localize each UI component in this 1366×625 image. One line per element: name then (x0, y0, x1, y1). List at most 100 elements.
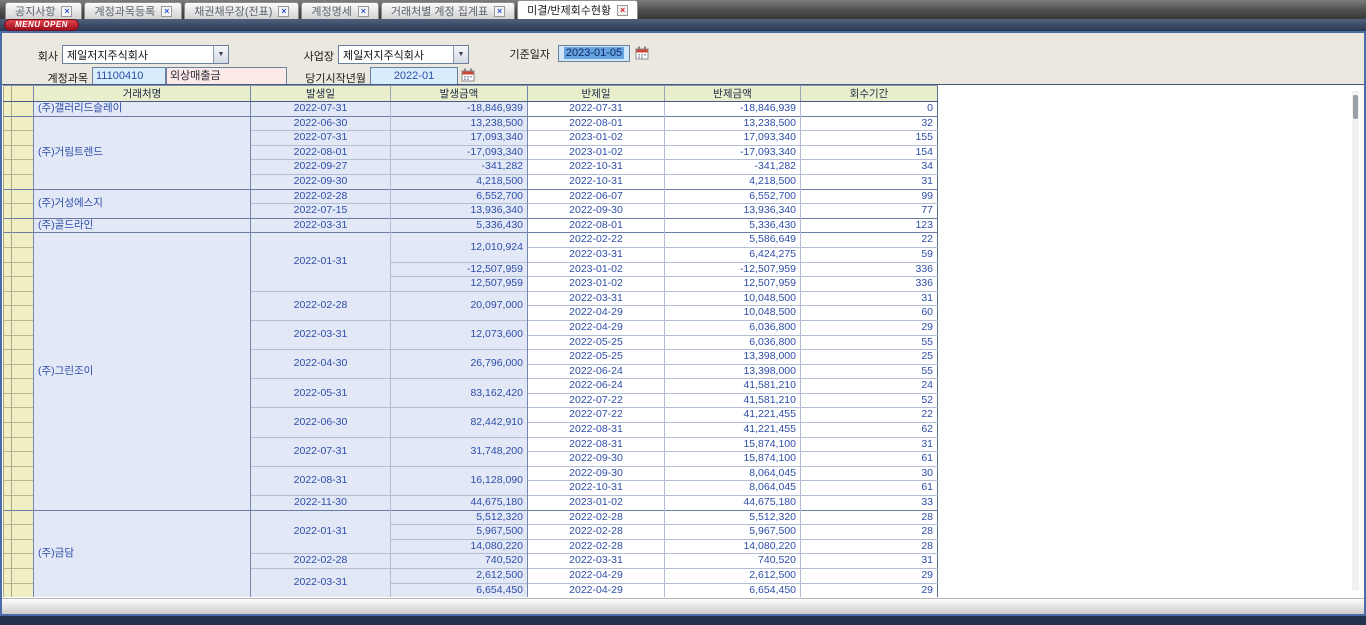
collect-days-cell[interactable]: 31 (801, 174, 938, 189)
settle-date-cell[interactable]: 2023-01-02 (528, 262, 665, 277)
settle-amount-cell[interactable]: 14,080,220 (665, 539, 801, 554)
settle-date-cell[interactable]: 2022-06-24 (528, 379, 665, 394)
settle-amount-cell[interactable]: 13,936,340 (665, 204, 801, 219)
row-selector[interactable] (4, 569, 12, 584)
settle-date-cell[interactable]: 2022-10-31 (528, 160, 665, 175)
occur-amount-cell[interactable]: 20,097,000 (391, 291, 528, 320)
collect-days-cell[interactable]: 154 (801, 145, 938, 160)
occur-amount-cell[interactable]: 6,552,700 (391, 189, 528, 204)
calendar-icon[interactable] (635, 46, 649, 60)
occur-date-cell[interactable]: 2022-05-31 (251, 379, 391, 408)
account-code-input[interactable]: 11100410 (92, 67, 166, 85)
header-settle-date[interactable]: 반제일 (528, 86, 665, 102)
header-occur-date[interactable]: 발생일 (251, 86, 391, 102)
occur-date-cell[interactable]: 2022-01-31 (251, 510, 391, 554)
row-indicator[interactable] (12, 277, 34, 292)
row-indicator-header[interactable] (12, 86, 34, 102)
collect-days-cell[interactable]: 336 (801, 277, 938, 292)
occur-date-cell[interactable]: 2022-09-30 (251, 174, 391, 189)
occur-amount-cell[interactable]: 26,796,000 (391, 350, 528, 379)
settle-date-cell[interactable]: 2022-05-25 (528, 350, 665, 365)
occur-amount-cell[interactable]: -18,846,939 (391, 102, 528, 117)
settle-date-cell[interactable]: 2022-10-31 (528, 481, 665, 496)
occur-date-cell[interactable]: 2022-09-27 (251, 160, 391, 175)
row-selector[interactable] (4, 131, 12, 146)
row-selector[interactable] (4, 423, 12, 438)
settle-date-cell[interactable]: 2022-02-28 (528, 525, 665, 540)
row-selector[interactable] (4, 102, 12, 117)
company-select[interactable]: 제일저지주식회사 ▼ (62, 45, 229, 64)
row-selector[interactable] (4, 408, 12, 423)
row-indicator[interactable] (12, 174, 34, 189)
customer-cell[interactable]: (주)갤러리드슬레이 (34, 102, 251, 117)
chevron-down-icon[interactable]: ▼ (213, 46, 228, 63)
collect-days-cell[interactable]: 61 (801, 452, 938, 467)
settle-date-cell[interactable]: 2022-08-31 (528, 423, 665, 438)
settle-date-cell[interactable]: 2022-03-31 (528, 291, 665, 306)
settle-amount-cell[interactable]: 5,512,320 (665, 510, 801, 525)
row-indicator[interactable] (12, 525, 34, 540)
row-selector[interactable] (4, 452, 12, 467)
settle-date-cell[interactable]: 2022-07-22 (528, 408, 665, 423)
row-selector[interactable] (4, 247, 12, 262)
row-selector[interactable] (4, 510, 12, 525)
collect-days-cell[interactable]: 32 (801, 116, 938, 131)
tab-customer-account-summary[interactable]: 거래처별 계정 집계표 × (381, 2, 515, 19)
collect-days-cell[interactable]: 25 (801, 350, 938, 365)
settle-amount-cell[interactable]: -18,846,939 (665, 102, 801, 117)
occur-date-cell[interactable]: 2022-02-28 (251, 554, 391, 569)
settle-date-cell[interactable]: 2022-09-30 (528, 452, 665, 467)
row-indicator[interactable] (12, 204, 34, 219)
row-indicator[interactable] (12, 408, 34, 423)
settle-amount-cell[interactable]: 5,336,430 (665, 218, 801, 233)
collect-days-cell[interactable]: 0 (801, 102, 938, 117)
customer-cell[interactable]: (주)거성에스지 (34, 189, 251, 218)
collect-days-cell[interactable]: 99 (801, 189, 938, 204)
calendar-icon[interactable] (461, 68, 475, 82)
settle-date-cell[interactable]: 2022-07-31 (528, 102, 665, 117)
settle-date-cell[interactable]: 2022-08-31 (528, 437, 665, 452)
collect-days-cell[interactable]: 52 (801, 393, 938, 408)
row-indicator[interactable] (12, 569, 34, 584)
row-selector[interactable] (4, 466, 12, 481)
menu-open-button[interactable]: MENU OPEN (4, 19, 79, 31)
occur-amount-cell[interactable]: 4,218,500 (391, 174, 528, 189)
settle-amount-cell[interactable]: 44,675,180 (665, 496, 801, 511)
row-selector[interactable] (4, 481, 12, 496)
occur-amount-cell[interactable]: 5,512,320 (391, 510, 528, 525)
settle-amount-cell[interactable]: 4,218,500 (665, 174, 801, 189)
row-indicator[interactable] (12, 452, 34, 467)
occur-date-cell[interactable]: 2022-07-31 (251, 102, 391, 117)
tab-account-detail[interactable]: 계정명세 × (301, 2, 378, 19)
tab-account-registration[interactable]: 계정과목등록 × (84, 2, 182, 19)
occur-amount-cell[interactable]: 31,748,200 (391, 437, 528, 466)
occur-date-cell[interactable]: 2022-04-30 (251, 350, 391, 379)
occur-amount-cell[interactable]: 44,675,180 (391, 496, 528, 511)
tab-outstanding-settlement-status[interactable]: 미결/반제회수현황 × (517, 0, 638, 19)
occur-amount-cell[interactable]: -341,282 (391, 160, 528, 175)
settle-date-cell[interactable]: 2022-09-30 (528, 204, 665, 219)
settle-amount-cell[interactable]: 15,874,100 (665, 437, 801, 452)
settle-date-cell[interactable]: 2022-05-25 (528, 335, 665, 350)
row-selector[interactable] (4, 174, 12, 189)
settle-amount-cell[interactable]: 12,507,959 (665, 277, 801, 292)
settle-amount-cell[interactable]: 2,612,500 (665, 569, 801, 584)
tab-notices[interactable]: 공지사항 × (5, 2, 82, 19)
occur-amount-cell[interactable]: 2,612,500 (391, 569, 528, 584)
settle-amount-cell[interactable]: 8,064,045 (665, 481, 801, 496)
row-selector[interactable] (4, 189, 12, 204)
row-indicator[interactable] (12, 218, 34, 233)
account-name-field[interactable]: 외상매출금 (166, 67, 287, 85)
row-selector[interactable] (4, 525, 12, 540)
occur-date-cell[interactable]: 2022-07-31 (251, 131, 391, 146)
settle-amount-cell[interactable]: 6,424,275 (665, 247, 801, 262)
row-selector[interactable] (4, 320, 12, 335)
occur-amount-cell[interactable]: 740,520 (391, 554, 528, 569)
row-indicator[interactable] (12, 306, 34, 321)
settle-amount-cell[interactable]: 6,036,800 (665, 335, 801, 350)
header-settle-amount[interactable]: 반제금액 (665, 86, 801, 102)
settle-amount-cell[interactable]: 41,221,455 (665, 408, 801, 423)
settle-amount-cell[interactable]: 5,967,500 (665, 525, 801, 540)
collect-days-cell[interactable]: 28 (801, 539, 938, 554)
customer-cell[interactable]: (주)그린조이 (34, 233, 251, 510)
